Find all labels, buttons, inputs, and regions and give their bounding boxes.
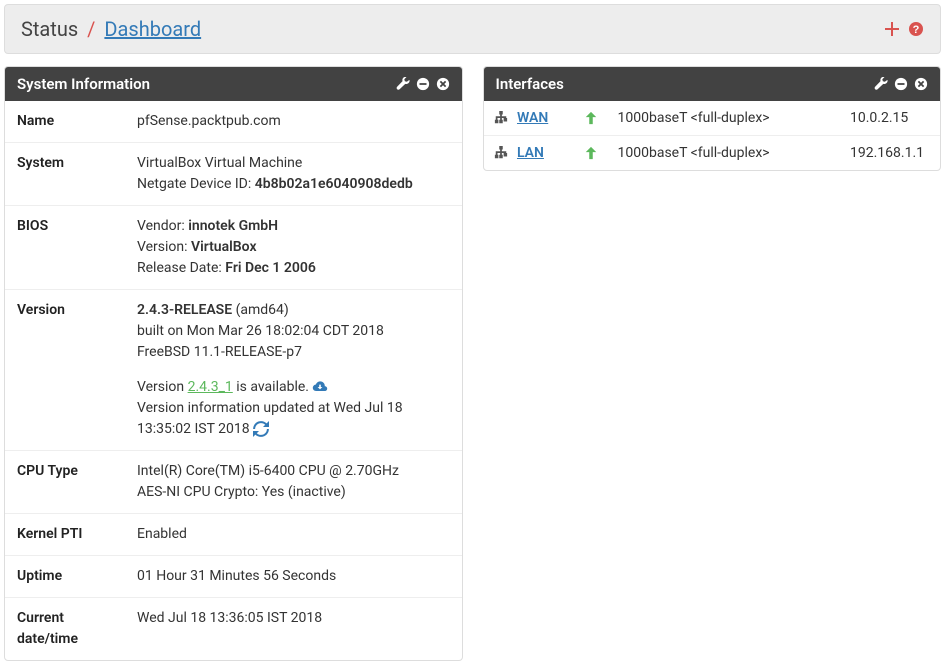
interface-media-lan: 1000baseT <full-duplex> <box>608 136 841 171</box>
label-cpu: CPU Type <box>5 451 125 514</box>
interface-link-lan[interactable]: LAN <box>517 145 544 161</box>
value-system: VirtualBox Virtual Machine Netgate Devic… <box>125 143 462 206</box>
arrow-up-icon <box>584 146 598 160</box>
version-available: Version 2.4.3_1 is available. <box>137 377 450 398</box>
sitemap-icon <box>494 146 508 160</box>
bios-date: Release Date: Fri Dec 1 2006 <box>137 258 450 279</box>
close-icon[interactable] <box>436 77 450 91</box>
breadcrumb: Status / Dashboard <box>21 17 201 41</box>
interfaces-header: Interfaces <box>484 67 941 101</box>
row-datetime: Current date/time Wed Jul 18 13:36:05 IS… <box>5 598 462 661</box>
system-info-table: Name pfSense.packtpub.com System Virtual… <box>5 101 462 660</box>
row-system: System VirtualBox Virtual Machine Netgat… <box>5 143 462 206</box>
label-name: Name <box>5 101 125 143</box>
row-name: Name pfSense.packtpub.com <box>5 101 462 143</box>
row-cpu: CPU Type Intel(R) Core(TM) i5-6400 CPU @… <box>5 451 462 514</box>
panel-title: System Information <box>17 75 150 93</box>
label-datetime: Current date/time <box>5 598 125 661</box>
bios-version: Version: VirtualBox <box>137 237 450 258</box>
breadcrumb-dashboard[interactable]: Dashboard <box>104 17 201 41</box>
cloud-download-icon[interactable] <box>312 380 328 394</box>
cpu-crypto: AES-NI CPU Crypto: Yes (inactive) <box>137 482 450 503</box>
minimize-icon[interactable] <box>894 77 908 91</box>
page-header: Status / Dashboard ? <box>4 4 941 54</box>
label-pti: Kernel PTI <box>5 514 125 556</box>
version-built: built on Mon Mar 26 18:02:04 CDT 2018 <box>137 321 450 342</box>
label-bios: BIOS <box>5 206 125 290</box>
row-uptime: Uptime 01 Hour 31 Minutes 56 Seconds <box>5 556 462 598</box>
interface-ip-lan: 192.168.1.1 <box>840 136 940 171</box>
close-icon[interactable] <box>914 77 928 91</box>
system-information-panel: System Information Name <box>4 66 463 661</box>
version-release: 2.4.3-RELEASE (amd64) <box>137 300 450 321</box>
system-information-header: System Information <box>5 67 462 101</box>
sitemap-icon <box>494 111 508 125</box>
version-updated: Version information updated at Wed Jul 1… <box>137 398 450 440</box>
arrow-up-icon <box>584 111 598 125</box>
interfaces-panel: Interfaces <box>483 66 942 171</box>
version-freebsd: FreeBSD 11.1-RELEASE-p7 <box>137 342 450 363</box>
label-version: Version <box>5 290 125 451</box>
svg-text:?: ? <box>913 24 920 36</box>
plus-icon[interactable] <box>884 21 900 37</box>
system-device-id: Netgate Device ID: 4b8b02a1e6040908dedb <box>137 174 450 195</box>
breadcrumb-status: Status <box>21 17 78 41</box>
value-cpu: Intel(R) Core(TM) i5-6400 CPU @ 2.70GHz … <box>125 451 462 514</box>
bios-vendor: Vendor: innotek GmbH <box>137 216 450 237</box>
wrench-icon[interactable] <box>396 77 410 91</box>
value-version: 2.4.3-RELEASE (amd64) built on Mon Mar 2… <box>125 290 462 451</box>
interface-ip-wan: 10.0.2.15 <box>840 101 940 136</box>
row-bios: BIOS Vendor: innotek GmbH Version: Virtu… <box>5 206 462 290</box>
label-uptime: Uptime <box>5 556 125 598</box>
value-datetime: Wed Jul 18 13:36:05 IST 2018 <box>125 598 462 661</box>
interface-row-wan: WAN 1000baseT <full-duplex> 10.0.2.15 <box>484 101 941 136</box>
cpu-model: Intel(R) Core(TM) i5-6400 CPU @ 2.70GHz <box>137 461 450 482</box>
panel-title: Interfaces <box>496 75 564 93</box>
interface-media-wan: 1000baseT <full-duplex> <box>608 101 841 136</box>
help-icon[interactable]: ? <box>908 21 924 37</box>
interface-row-lan: LAN 1000baseT <full-duplex> 192.168.1.1 <box>484 136 941 171</box>
interface-link-wan[interactable]: WAN <box>517 110 548 126</box>
label-system: System <box>5 143 125 206</box>
row-version: Version 2.4.3-RELEASE (amd64) built on M… <box>5 290 462 451</box>
refresh-icon[interactable] <box>253 421 269 437</box>
value-name: pfSense.packtpub.com <box>125 101 462 143</box>
minimize-icon[interactable] <box>416 77 430 91</box>
wrench-icon[interactable] <box>874 77 888 91</box>
header-actions: ? <box>884 21 924 37</box>
value-uptime: 01 Hour 31 Minutes 56 Seconds <box>125 556 462 598</box>
interfaces-table: WAN 1000baseT <full-duplex> 10.0.2.15 <box>484 101 941 170</box>
value-bios: Vendor: innotek GmbH Version: VirtualBox… <box>125 206 462 290</box>
row-pti: Kernel PTI Enabled <box>5 514 462 556</box>
system-machine: VirtualBox Virtual Machine <box>137 153 450 174</box>
value-pti: Enabled <box>125 514 462 556</box>
version-available-link[interactable]: 2.4.3_1 <box>188 379 233 395</box>
breadcrumb-separator: / <box>87 17 95 41</box>
